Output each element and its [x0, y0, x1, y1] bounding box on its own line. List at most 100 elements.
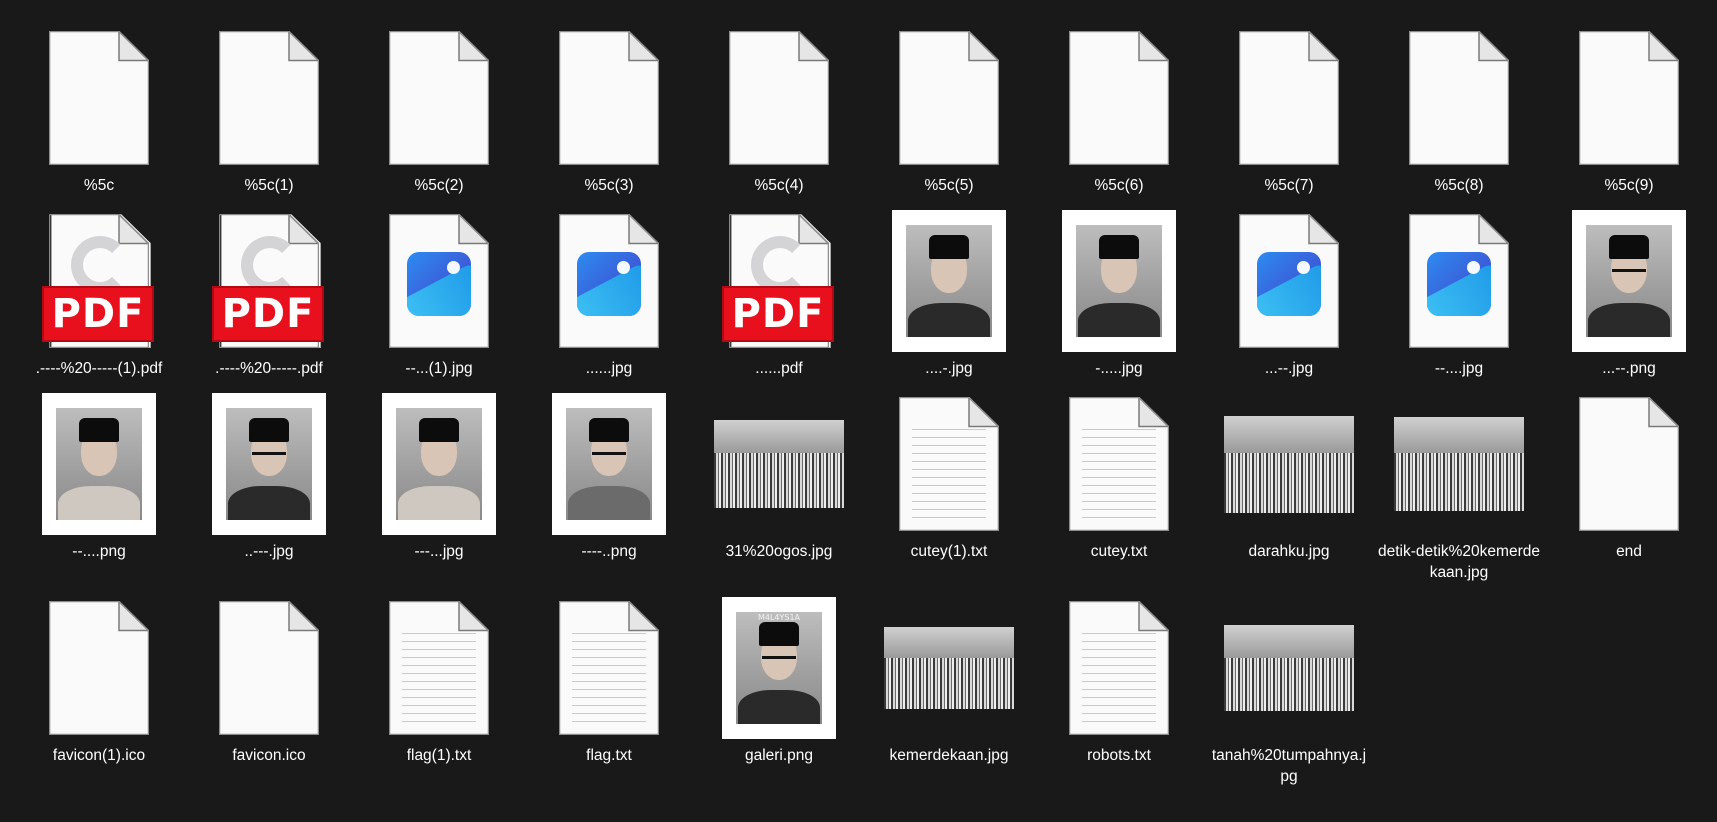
- file-item[interactable]: %5c: [18, 22, 180, 200]
- file-item[interactable]: -.....jpg: [1038, 205, 1200, 383]
- blank-document-icon: [559, 31, 659, 165]
- file-name-label: --....jpg: [1434, 360, 1484, 377]
- file-item[interactable]: flag(1).txt: [358, 592, 520, 770]
- file-item[interactable]: favicon(1).ico: [18, 592, 180, 770]
- file-item[interactable]: M4L4YS1A galeri.png: [698, 592, 860, 770]
- file-item[interactable]: PDF ......pdf: [698, 205, 860, 383]
- file-item[interactable]: --...(1).jpg: [358, 205, 520, 383]
- file-item[interactable]: cutey(1).txt: [868, 388, 1030, 566]
- file-item[interactable]: %5c(6): [1038, 22, 1200, 200]
- file-item[interactable]: ---...jpg: [358, 388, 520, 566]
- portrait-thumbnail: [212, 393, 326, 535]
- file-item[interactable]: end: [1548, 388, 1710, 566]
- text-document-icon: [1069, 601, 1169, 735]
- file-name-label: flag(1).txt: [406, 747, 472, 764]
- file-thumbnail: [188, 592, 350, 744]
- image-file-icon: [1409, 214, 1509, 348]
- pdf-file-icon: PDF: [212, 214, 324, 348]
- file-item[interactable]: %5c(8): [1378, 22, 1540, 200]
- file-name-label: kemerdekaan.jpg: [889, 747, 1009, 764]
- image-file-icon: [1239, 214, 1339, 348]
- file-name-label: %5c(4): [754, 177, 804, 194]
- blank-document-icon: [1579, 397, 1679, 531]
- file-name-label: darahku.jpg: [1248, 543, 1330, 560]
- file-thumbnail: [528, 205, 690, 357]
- file-item[interactable]: favicon.ico: [188, 592, 350, 770]
- file-name-label: robots.txt: [1087, 747, 1151, 764]
- file-thumbnail: [1378, 22, 1540, 174]
- file-thumbnail: [1038, 388, 1200, 540]
- file-item[interactable]: 31%20ogos.jpg: [698, 388, 860, 566]
- file-item[interactable]: flag.txt: [528, 592, 690, 770]
- file-thumbnail: [528, 22, 690, 174]
- file-item[interactable]: kemerdekaan.jpg: [868, 592, 1030, 770]
- file-name-label: --....png: [72, 543, 126, 560]
- pdf-badge: PDF: [722, 286, 834, 342]
- file-thumbnail: [1378, 205, 1540, 357]
- file-name-label: .----%20-----.pdf: [215, 360, 323, 377]
- pdf-badge: PDF: [212, 286, 324, 342]
- file-item[interactable]: %5c(9): [1548, 22, 1710, 200]
- file-grid: %5c %5c(1) %5c(2) %5c(3) %5c(4) %5c(5) %5c(6)%…: [0, 0, 1717, 822]
- file-name-label: .----%20-----(1).pdf: [35, 360, 163, 377]
- file-item[interactable]: ..---.jpg: [188, 388, 350, 566]
- blank-document-icon: [1579, 31, 1679, 165]
- photo-thumbnail: [1224, 415, 1354, 513]
- portrait-thumbnail: [42, 393, 156, 535]
- file-item[interactable]: PDF .----%20-----.pdf: [188, 205, 350, 383]
- file-item[interactable]: %5c(5): [868, 22, 1030, 200]
- file-name-label: ......pdf: [755, 360, 803, 377]
- file-thumbnail: [1208, 22, 1370, 174]
- file-thumbnail: [698, 388, 860, 540]
- file-thumbnail: [868, 205, 1030, 357]
- portrait-thumbnail: [382, 393, 496, 535]
- file-thumbnail: [1378, 388, 1540, 540]
- file-thumbnail: [188, 22, 350, 174]
- file-item[interactable]: cutey.txt: [1038, 388, 1200, 566]
- photos-app-icon: [407, 252, 471, 316]
- file-item[interactable]: --....jpg: [1378, 205, 1540, 383]
- file-thumbnail: [868, 388, 1030, 540]
- file-name-label: ..---.jpg: [244, 543, 294, 560]
- portrait-thumbnail: [552, 393, 666, 535]
- file-item[interactable]: darahku.jpg: [1208, 388, 1370, 566]
- file-item[interactable]: --....png: [18, 388, 180, 566]
- file-item[interactable]: %5c(7): [1208, 22, 1370, 200]
- portrait-thumbnail: [892, 210, 1006, 352]
- file-item[interactable]: ...--.jpg: [1208, 205, 1370, 383]
- file-name-label: cutey(1).txt: [910, 543, 988, 560]
- pdf-badge: PDF: [42, 286, 154, 342]
- file-thumbnail: M4L4YS1A: [698, 592, 860, 744]
- file-name-label: flag.txt: [586, 747, 632, 764]
- file-name-label: %5c(1): [244, 177, 294, 194]
- file-item[interactable]: ......jpg: [528, 205, 690, 383]
- file-item[interactable]: tanah%20tumpahnya.jpg: [1208, 592, 1370, 785]
- file-item[interactable]: robots.txt: [1038, 592, 1200, 770]
- file-item[interactable]: %5c(3): [528, 22, 690, 200]
- file-thumbnail: [1548, 22, 1710, 174]
- file-name-label: %5c(7): [1264, 177, 1314, 194]
- file-item[interactable]: detik-detik%20kemerdekaan.jpg: [1378, 388, 1540, 581]
- file-name-label: %5c(8): [1434, 177, 1484, 194]
- file-item[interactable]: PDF .----%20-----(1).pdf: [18, 205, 180, 383]
- file-name-label: end: [1616, 543, 1642, 560]
- blank-document-icon: [49, 601, 149, 735]
- file-name-label: ......jpg: [585, 360, 633, 377]
- file-item[interactable]: ----..png: [528, 388, 690, 566]
- file-name-label: -.....jpg: [1095, 360, 1143, 377]
- file-thumbnail: [18, 592, 180, 744]
- file-thumbnail: [18, 388, 180, 540]
- blank-document-icon: [49, 31, 149, 165]
- photo-thumbnail: [1394, 417, 1524, 511]
- file-thumbnail: [1548, 205, 1710, 357]
- file-item[interactable]: %5c(2): [358, 22, 520, 200]
- photo-thumbnail: [1224, 625, 1354, 711]
- file-name-label: %5c(6): [1094, 177, 1144, 194]
- file-name-label: favicon.ico: [232, 747, 306, 764]
- blank-document-icon: [219, 31, 319, 165]
- file-item[interactable]: ....-.jpg: [868, 205, 1030, 383]
- file-item[interactable]: ...--.png: [1548, 205, 1710, 383]
- file-item[interactable]: %5c(1): [188, 22, 350, 200]
- file-item[interactable]: %5c(4): [698, 22, 860, 200]
- text-document-icon: [899, 397, 999, 531]
